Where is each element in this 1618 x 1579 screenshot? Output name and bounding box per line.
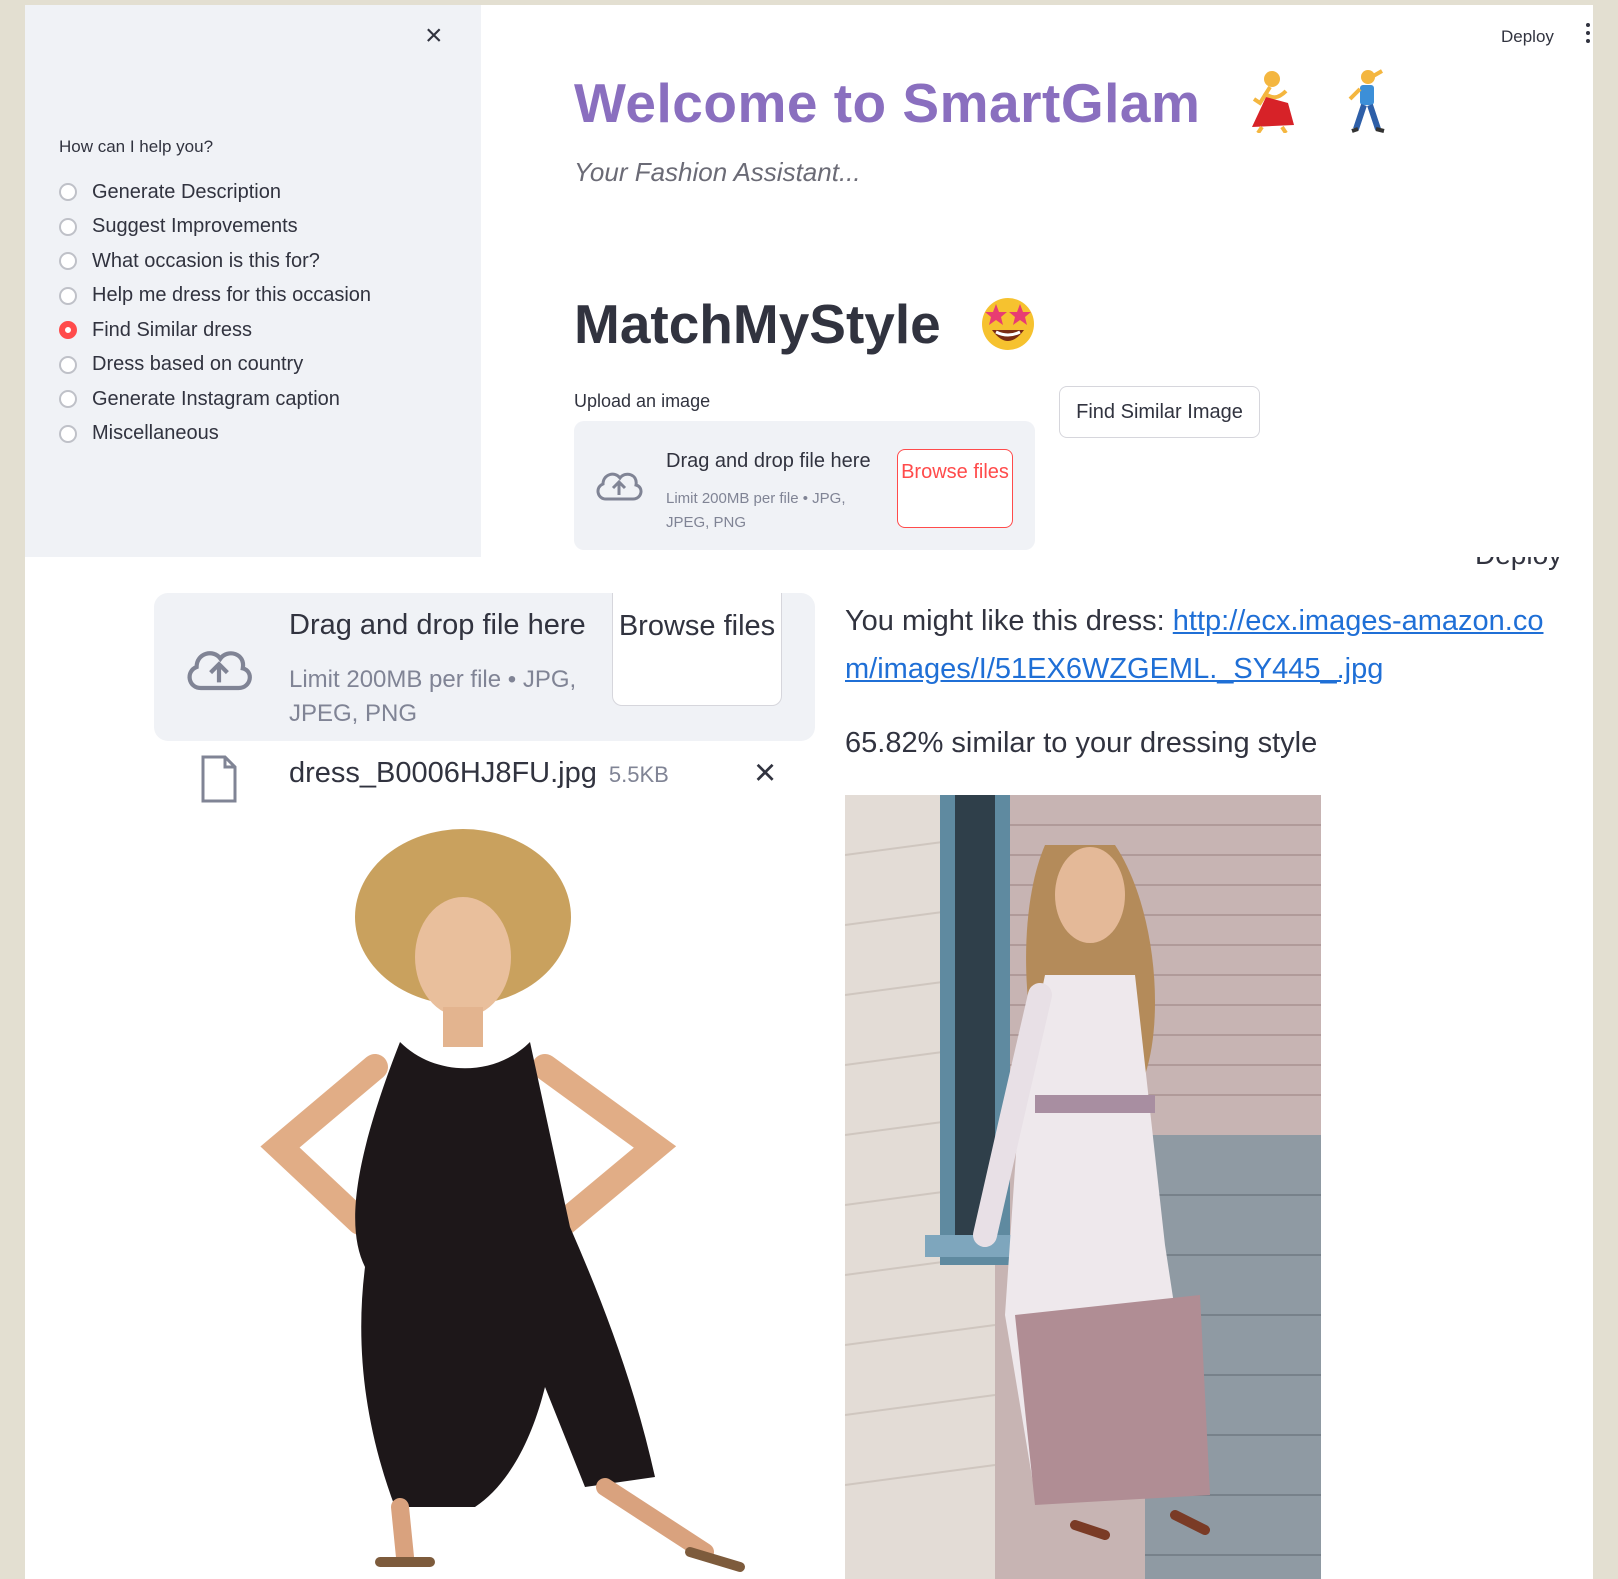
sidebar-close-icon[interactable]: ×	[425, 21, 443, 51]
dropzone-limit-text: Limit 200MB per file • JPG, JPEG, PNG	[289, 666, 577, 727]
uploaded-file-name: dress_B0006HJ8FU.jpg 5.5KB	[289, 757, 669, 790]
file-dropzone[interactable]: Drag and drop file here Limit 200MB per …	[574, 421, 1035, 550]
radio-circle-icon	[59, 252, 77, 271]
radio-option-miscellaneous[interactable]: Miscellaneous	[59, 417, 371, 452]
file-size: 5.5KB	[608, 762, 669, 787]
top-screenshot: × How can I help you? Generate Descripti…	[25, 5, 1593, 557]
radio-circle-icon	[59, 424, 77, 443]
page-title-text: Welcome to SmartGlam	[574, 72, 1201, 135]
radio-option-find-similar-dress[interactable]: Find Similar dress	[59, 313, 371, 348]
suggested-dress-image	[844, 795, 1321, 1579]
radio-option-label: Suggest Improvements	[92, 215, 298, 238]
radio-circle-icon	[59, 355, 77, 374]
uploaded-dress-image	[185, 827, 805, 1579]
browse-files-button[interactable]: Browse files	[612, 593, 782, 706]
radio-option-label: Generate Description	[92, 180, 281, 203]
cloud-upload-icon	[184, 643, 254, 696]
upload-label: Upload an image	[574, 391, 711, 411]
radio-option-instagram-caption[interactable]: Generate Instagram caption	[59, 382, 371, 417]
cloud-upload-icon	[594, 467, 644, 506]
remove-file-icon[interactable]: ×	[754, 753, 776, 793]
radio-circle-icon	[59, 286, 77, 305]
dropzone-title: Drag and drop file here	[666, 450, 871, 472]
radio-circle-icon	[59, 390, 77, 409]
radio-option-label: Generate Instagram caption	[92, 387, 340, 410]
radio-option-label: Dress based on country	[92, 353, 304, 376]
deploy-button[interactable]: Deploy	[1501, 27, 1554, 47]
radio-option-help-dress-occasion[interactable]: Help me dress for this occasion	[59, 279, 371, 314]
dropzone-limit-text: Limit 200MB per file • JPG, JPEG, PNG	[666, 490, 846, 531]
page-subtitle: Your Fashion Assistant...	[574, 157, 861, 187]
section-title-text: MatchMyStyle	[574, 293, 941, 356]
sidebar: × How can I help you? Generate Descripti…	[25, 5, 481, 557]
bottom-screenshot: Deploy Drag and drop file here Limit 200…	[25, 557, 1593, 1579]
section-title: MatchMyStyle	[574, 292, 1038, 365]
dropzone-title: Drag and drop file here	[289, 609, 586, 641]
radio-group-label: How can I help you?	[59, 137, 214, 156]
radio-option-label: Find Similar dress	[92, 318, 253, 341]
similarity-score: 65.82% similar to your dressing style	[845, 727, 1318, 759]
dancer-woman-icon	[1242, 69, 1300, 146]
suggestion-prefix: You might like this dress:	[845, 605, 1165, 637]
find-similar-image-button[interactable]: Find Similar Image	[1059, 386, 1260, 438]
browse-files-button[interactable]: Browse files	[897, 449, 1013, 528]
radio-option-label: Miscellaneous	[92, 422, 219, 445]
radio-option-dress-country[interactable]: Dress based on country	[59, 348, 371, 383]
radio-option-suggest-improvements[interactable]: Suggest Improvements	[59, 210, 371, 245]
file-name-text: dress_B0006HJ8FU.jpg	[289, 757, 597, 789]
page-title: Welcome to SmartGlam	[574, 69, 1390, 146]
radio-circle-icon	[59, 217, 77, 236]
file-icon	[199, 755, 239, 808]
suggestion-text: You might like this dress: http://ecx.im…	[845, 597, 1545, 693]
radio-circle-icon	[59, 183, 77, 202]
radio-option-what-occasion[interactable]: What occasion is this for?	[59, 244, 371, 279]
deploy-button[interactable]: Deploy	[1475, 557, 1562, 571]
star-struck-icon	[978, 292, 1038, 365]
uploaded-file-row: dress_B0006HJ8FU.jpg 5.5KB ×	[154, 747, 815, 807]
radio-option-generate-description[interactable]: Generate Description	[59, 175, 371, 210]
radio-selected-icon	[59, 321, 77, 340]
radio-option-label: Help me dress for this occasion	[92, 284, 372, 307]
kebab-menu-icon[interactable]	[1585, 23, 1591, 45]
file-dropzone[interactable]: Drag and drop file here Limit 200MB per …	[154, 593, 815, 741]
radio-option-label: What occasion is this for?	[92, 249, 320, 272]
dancer-man-icon	[1342, 69, 1390, 146]
help-radio-group: Generate Description Suggest Improvement…	[59, 175, 371, 451]
